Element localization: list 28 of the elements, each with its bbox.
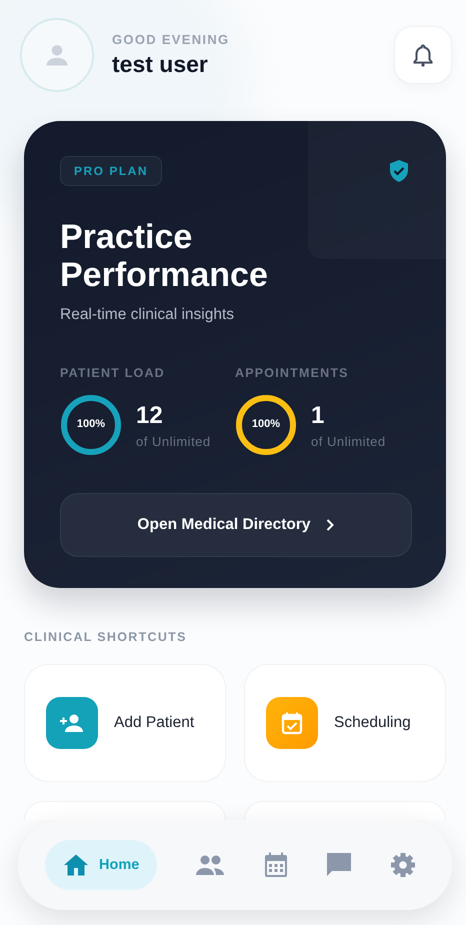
directory-button[interactable]: Open Medical Directory <box>60 493 412 557</box>
plan-badge: PRO PLAN <box>60 156 162 186</box>
chevron-right-icon <box>324 518 335 532</box>
chat-icon <box>326 852 352 878</box>
stat-limit: of Unlimited <box>136 434 211 448</box>
stat-label: APPOINTMENTS <box>235 366 349 380</box>
greeting: GOOD EVENING <box>112 32 230 46</box>
shortcut-card[interactable]: Add Patient <box>24 664 226 782</box>
stat-label: PATIENT LOAD <box>60 366 165 380</box>
notifications-button[interactable] <box>394 26 452 84</box>
shortcut-card[interactable]: Scheduling <box>244 664 446 782</box>
percent-label: 100% <box>76 418 106 430</box>
stat-value: 1 <box>311 402 326 430</box>
card-title: Practice Performance <box>60 218 269 294</box>
calendar-check-icon <box>281 711 303 735</box>
people-icon <box>195 854 226 876</box>
shield-check-icon <box>388 159 410 183</box>
percent-label: 100% <box>250 418 282 430</box>
section-title: CLINICAL SHORTCUTS <box>24 630 188 644</box>
stat-value: 12 <box>136 402 164 430</box>
stat-limit: of Unlimited <box>311 434 386 448</box>
house-icon <box>63 853 89 877</box>
add-person-icon <box>59 713 85 733</box>
user-name: test user <box>112 50 209 78</box>
settings-icon <box>390 852 416 878</box>
calendar-icon <box>264 852 288 878</box>
card-subtitle: Real-time clinical insights <box>60 306 236 324</box>
bell-icon <box>412 42 434 66</box>
